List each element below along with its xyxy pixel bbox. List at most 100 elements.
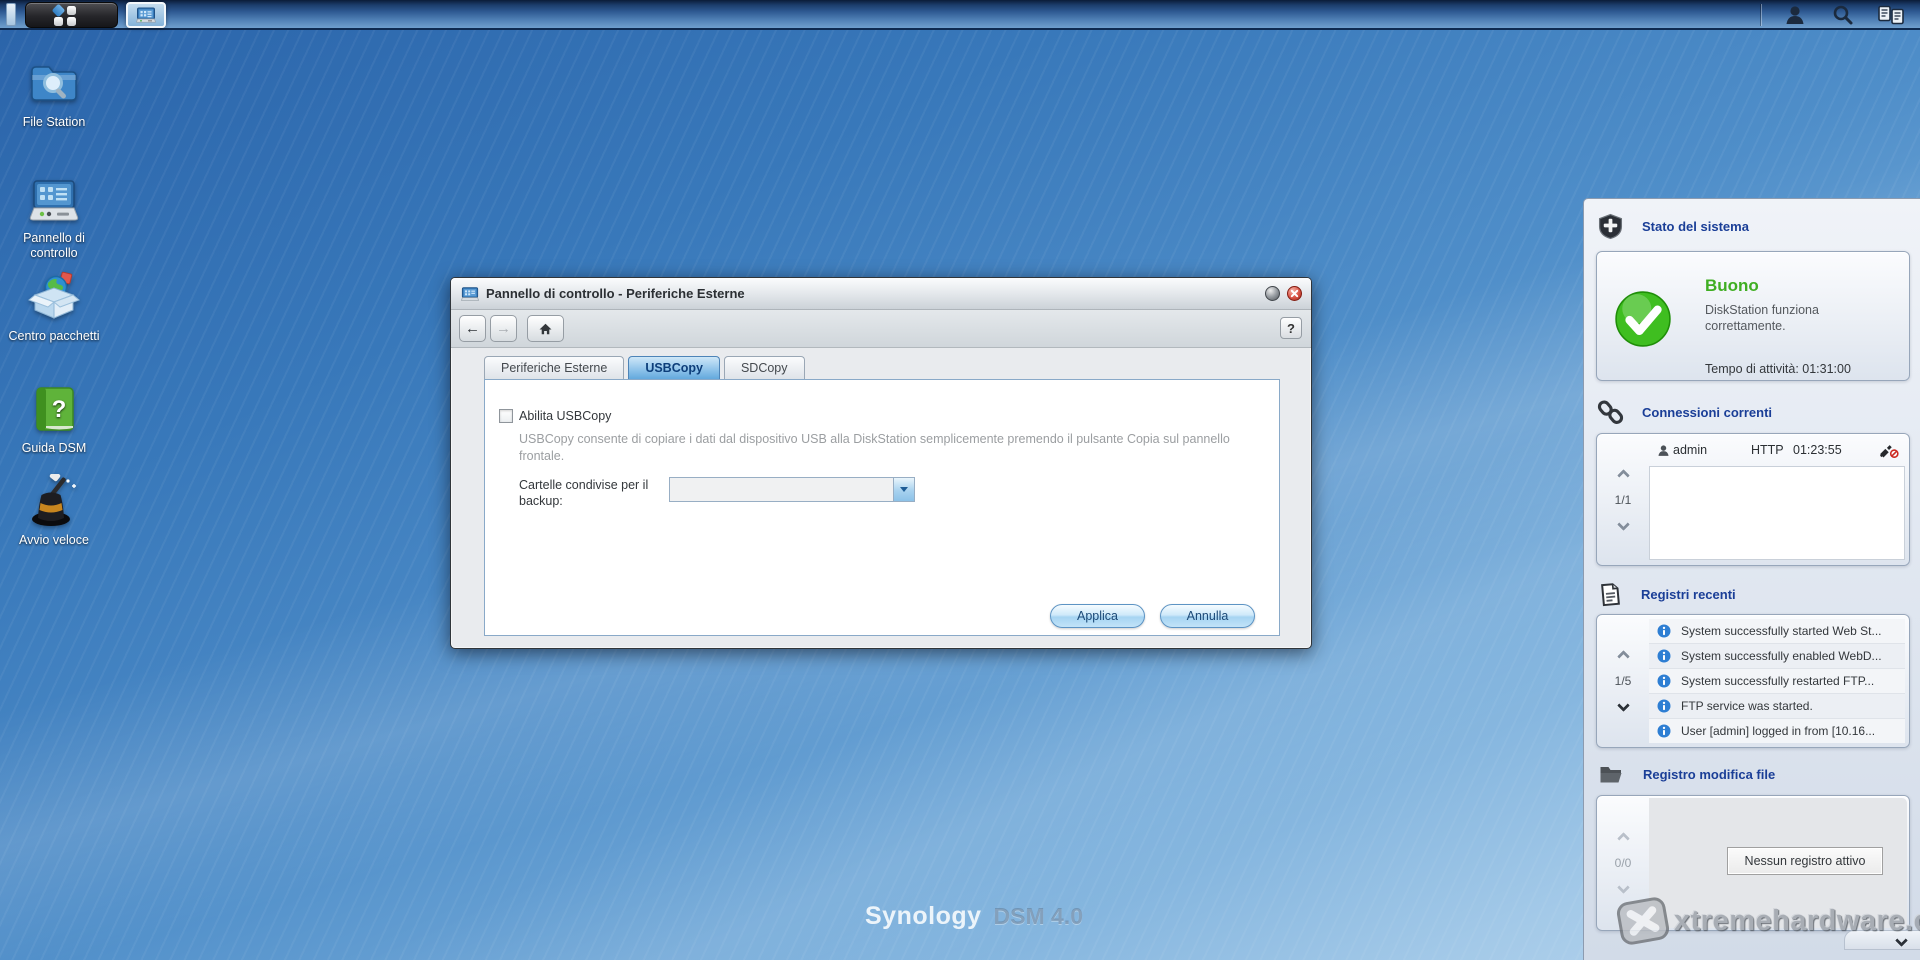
control-panel-desktop-icon	[27, 172, 81, 226]
home-button[interactable]	[527, 315, 564, 342]
info-icon	[1657, 649, 1671, 663]
logs-pager: 1/5	[1597, 615, 1649, 747]
close-button[interactable]	[1287, 286, 1302, 301]
page-down-icon[interactable]	[1617, 518, 1630, 531]
section-title: Registri recenti	[1641, 587, 1736, 602]
back-arrow-icon: ←	[465, 320, 480, 337]
shield-icon	[1597, 213, 1624, 240]
system-health-widget: Stato del sistema Buono DiskStation funz…	[1583, 198, 1920, 960]
recent-logs-panel: 1/5 System successfully started Web St..…	[1596, 614, 1910, 748]
no-active-log-message: Nessun registro attivo	[1727, 847, 1883, 875]
forward-arrow-icon: →	[496, 320, 511, 337]
search-icon	[1832, 4, 1854, 26]
desktop: SynologyDSM 4.0	[0, 0, 1920, 960]
info-icon	[1657, 624, 1671, 638]
tab-usbcopy[interactable]: USBCopy	[628, 356, 720, 380]
enable-usbcopy-label[interactable]: Abilita USBCopy	[519, 409, 611, 423]
taskbar-control-panel-button[interactable]	[126, 2, 166, 28]
search-button[interactable]	[1824, 2, 1862, 28]
desktop-icon-file-station[interactable]: File Station	[8, 56, 100, 130]
file-station-icon	[27, 56, 81, 110]
desktop-icon-dsm-help[interactable]: ? Guida DSM	[8, 382, 100, 456]
tab-periferiche-esterne[interactable]: Periferiche Esterne	[484, 356, 624, 380]
info-icon	[1657, 724, 1671, 738]
tab-sdcopy[interactable]: SDCopy	[724, 356, 805, 380]
usbcopy-description: USBCopy consente di copiare i dati dal d…	[519, 431, 1271, 465]
desktop-icon-package-center[interactable]: Centro pacchetti	[8, 270, 100, 344]
minimize-button[interactable]	[1265, 286, 1280, 301]
pilot-view-button[interactable]	[1872, 2, 1910, 28]
dialog-titlebar[interactable]: Pannello di controllo - Periferiche Este…	[451, 278, 1311, 310]
desktop-icon-control-panel[interactable]: Pannello di controllo	[8, 172, 100, 261]
page-up-icon[interactable]	[1617, 469, 1630, 482]
connections-panel: 1/1 admin HTTP 01:23:55	[1596, 433, 1910, 566]
connection-user: admin	[1673, 443, 1707, 457]
help-button[interactable]: ?	[1280, 317, 1302, 339]
log-document-icon	[1597, 581, 1623, 608]
disconnect-icon[interactable]	[1878, 443, 1899, 458]
link-icon	[1597, 399, 1624, 426]
section-title: Registro modifica file	[1643, 767, 1775, 782]
user-menu-button[interactable]	[1776, 2, 1814, 28]
dialog-title-icon	[461, 285, 479, 303]
taskbar-separator	[1761, 4, 1762, 26]
chevron-down-icon	[900, 487, 908, 492]
log-row[interactable]: FTP service was started.	[1649, 694, 1905, 719]
control-panel-icon	[136, 5, 156, 25]
page-down-icon[interactable]	[1617, 881, 1630, 894]
page-down-icon[interactable]	[1617, 699, 1630, 712]
status-ok-icon	[1614, 290, 1672, 348]
pilot-view-icon	[1878, 5, 1904, 25]
cancel-button[interactable]: Annulla	[1160, 604, 1255, 628]
taskbar	[0, 0, 1920, 30]
file-change-log-panel: 0/0 Nessun registro attivo	[1596, 795, 1910, 931]
connections-list	[1649, 466, 1905, 560]
pager-label: 1/5	[1615, 674, 1632, 688]
select-dropdown-arrow[interactable]	[893, 478, 914, 501]
log-list: System successfully started Web St... Sy…	[1649, 619, 1905, 743]
backup-folder-label: Cartelle condivise per il backup:	[519, 477, 674, 510]
user-icon	[1657, 444, 1670, 457]
log-row[interactable]: System successfully enabled WebD...	[1649, 644, 1905, 669]
dialog-toolbar: ← → ?	[451, 310, 1311, 348]
file-change-log-header: Registro modifica file	[1597, 761, 1775, 787]
desktop-icon-label: Avvio veloce	[8, 533, 100, 548]
backup-folder-select[interactable]	[669, 477, 915, 502]
uptime-text: Tempo di attività: 01:31:00	[1705, 362, 1851, 376]
dialog-title: Pannello di controllo - Periferiche Este…	[486, 286, 745, 301]
close-icon	[1290, 289, 1299, 298]
log-row[interactable]: System successfully restarted FTP...	[1649, 669, 1905, 694]
control-panel-dialog: Pannello di controllo - Periferiche Este…	[450, 277, 1312, 649]
enable-usbcopy-checkbox[interactable]	[499, 409, 513, 423]
log-text: User [admin] logged in from [10.16...	[1681, 724, 1905, 738]
apply-button[interactable]: Applica	[1050, 604, 1145, 628]
desktop-icon-label: File Station	[8, 115, 100, 130]
page-up-icon[interactable]	[1617, 650, 1630, 663]
widget-collapse-button[interactable]	[1844, 930, 1920, 950]
main-menu-button[interactable]	[25, 2, 118, 28]
connection-row[interactable]: admin HTTP 01:23:55	[1655, 441, 1901, 461]
file-log-empty-area: Nessun registro attivo	[1649, 798, 1907, 928]
system-status-panel: Buono DiskStation funziona correttamente…	[1596, 251, 1910, 381]
menu-diamond-icon	[52, 4, 66, 18]
log-text: FTP service was started.	[1681, 699, 1905, 713]
svg-text:?: ?	[52, 396, 67, 423]
dsm-help-icon: ?	[27, 382, 81, 436]
section-title: Connessioni correnti	[1642, 405, 1772, 420]
chevron-down-icon	[1895, 934, 1908, 947]
recent-logs-header: Registri recenti	[1597, 581, 1736, 608]
home-icon	[538, 322, 553, 336]
show-desktop-button[interactable]	[6, 3, 16, 26]
dialog-tabs: Periferiche Esterne USBCopy SDCopy	[484, 356, 809, 380]
desktop-icon-label: Centro pacchetti	[8, 329, 100, 344]
back-button[interactable]: ←	[459, 315, 486, 342]
page-up-icon[interactable]	[1617, 832, 1630, 845]
forward-button[interactable]: →	[490, 315, 517, 342]
log-row[interactable]: System successfully started Web St...	[1649, 619, 1905, 644]
connection-time: 01:23:55	[1793, 443, 1842, 457]
desktop-icon-quick-start[interactable]: Avvio veloce	[8, 474, 100, 548]
taskbar-right-group	[1761, 0, 1920, 30]
log-row[interactable]: User [admin] logged in from [10.16...	[1649, 719, 1905, 743]
quick-start-icon	[27, 474, 81, 528]
brand-name: Synology	[865, 902, 982, 930]
